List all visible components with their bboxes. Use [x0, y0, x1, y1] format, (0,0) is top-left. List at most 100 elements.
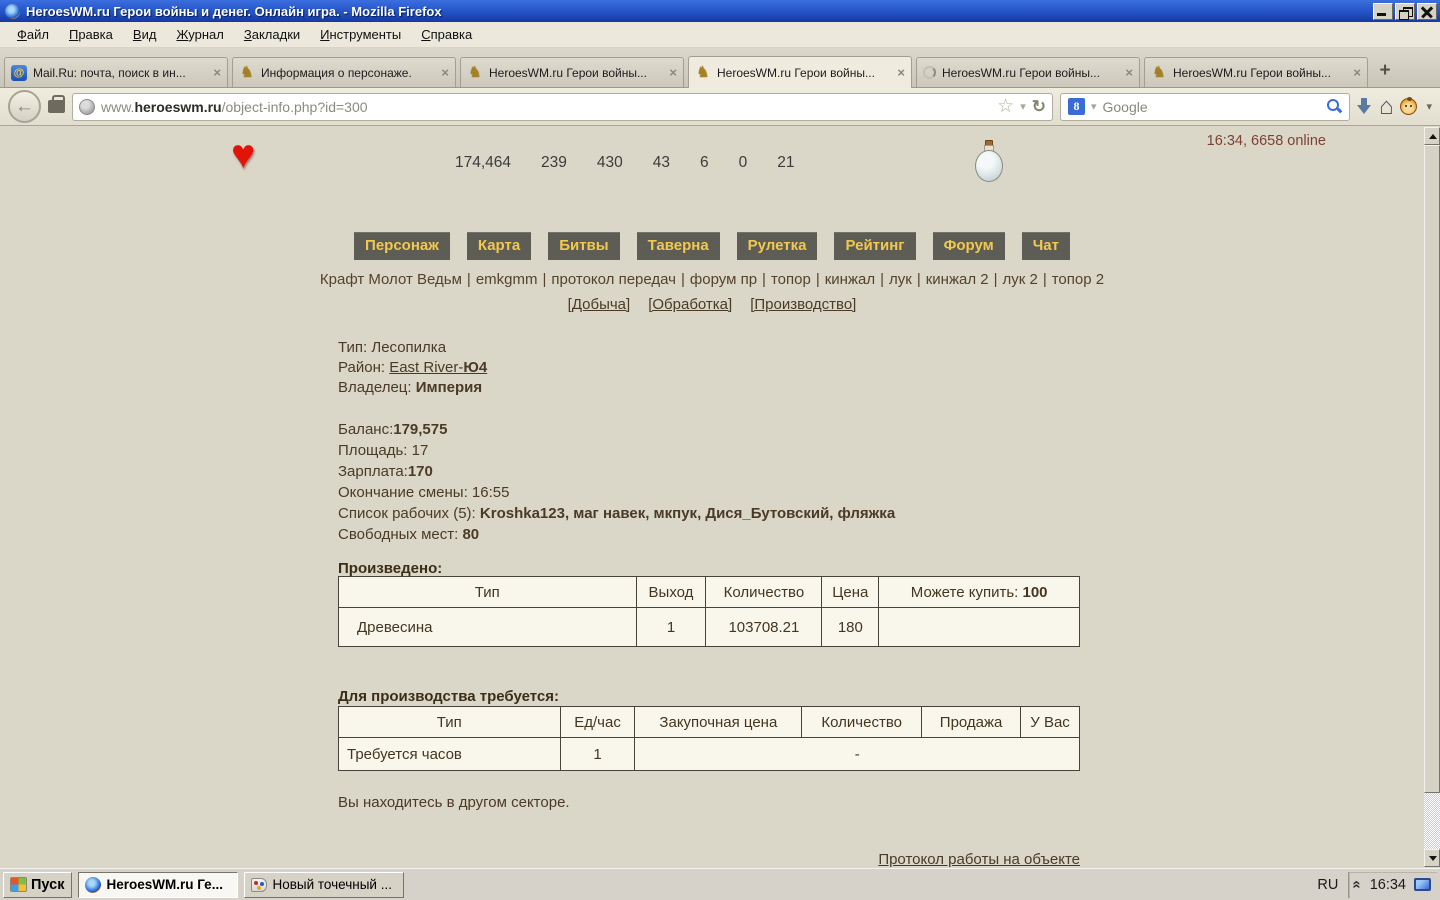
link-mining[interactable]: [Добыча]: [568, 296, 631, 313]
url-bar[interactable]: www.heroeswm.ru/object-info.php?id=300 ☆…: [72, 92, 1053, 121]
area-line: Площадь: 17: [338, 442, 429, 459]
menu-bookmarks[interactable]: Закладки: [235, 24, 309, 45]
menu-view[interactable]: Вид: [124, 24, 166, 45]
quick-link[interactable]: топор: [771, 271, 811, 288]
paint-icon: [251, 877, 268, 892]
network-monitor-icon[interactable]: [1414, 878, 1431, 891]
menu-file[interactable]: Файл: [8, 24, 58, 45]
forward-button[interactable]: [48, 95, 65, 113]
search-box[interactable]: 8 ▾ Google: [1059, 92, 1350, 121]
section-links-row: [Добыча] [Обработка] [Производство]: [0, 296, 1424, 313]
refresh-icon[interactable]: ↻: [1032, 98, 1046, 115]
tray-chevron-icon[interactable]: «: [1349, 880, 1366, 888]
tab-close-icon[interactable]: ×: [441, 66, 449, 79]
nav-button-battles[interactable]: Битвы: [548, 232, 620, 260]
quick-link[interactable]: лук 2: [1003, 271, 1038, 288]
resource-counters: 174,464 239 430 43 6 0 21: [455, 154, 795, 172]
url-text[interactable]: www.heroeswm.ru/object-info.php?id=300: [101, 99, 991, 115]
quick-link[interactable]: форум пр: [690, 271, 757, 288]
restore-button[interactable]: [1395, 2, 1415, 20]
tab-close-icon[interactable]: ×: [1353, 66, 1361, 79]
produced-title: Произведено:: [338, 560, 443, 577]
produced-header-row: Тип Выход Количество Цена Можете купить:…: [338, 576, 1080, 608]
quick-link[interactable]: топор 2: [1052, 271, 1104, 288]
shift-end-line: Окончание смены: 16:55: [338, 484, 510, 501]
requires-title: Для производства требуется:: [338, 688, 559, 705]
tab-mailru[interactable]: @ Mail.Ru: почта, поиск в ин... ×: [4, 57, 228, 87]
window-titlebar[interactable]: HeroesWM.ru Герои войны и денег. Онлайн …: [0, 0, 1440, 22]
work-protocol-row: Протокол работы на объекте: [338, 851, 1080, 868]
quick-link[interactable]: протокол передач: [551, 271, 676, 288]
nav-button-chat[interactable]: Чат: [1021, 232, 1070, 260]
menu-history[interactable]: Журнал: [167, 24, 232, 45]
page-content: 16:34, 6658 online ♥ 174,464 239 430 43 …: [0, 126, 1440, 868]
tab-character-info[interactable]: ♞ Информация о персонаже. ×: [232, 57, 456, 87]
counter-ore: 430: [596, 154, 623, 171]
nav-button-forum[interactable]: Форум: [932, 232, 1005, 260]
scroll-down-icon[interactable]: [1424, 849, 1440, 867]
tab-close-icon[interactable]: ×: [1125, 66, 1133, 79]
nav-button-map[interactable]: Карта: [466, 232, 532, 260]
menu-edit[interactable]: Правка: [60, 24, 122, 45]
object-owner-line: Владелец: Империя: [338, 379, 483, 396]
minimize-button[interactable]: [1373, 2, 1393, 20]
downloads-icon[interactable]: [1356, 98, 1372, 115]
menu-help[interactable]: Справка: [412, 24, 481, 45]
tab-heroeswm-1[interactable]: ♞ HeroesWM.ru Герои войны... ×: [460, 57, 684, 87]
nav-button-rating[interactable]: Рейтинг: [834, 232, 916, 260]
link-processing[interactable]: [Обработка]: [648, 296, 732, 313]
quick-link[interactable]: лук: [889, 271, 912, 288]
back-button[interactable]: ←: [8, 90, 41, 123]
object-stats-block: Баланс:179,575 Площадь: 17 Зарплата:170 …: [338, 419, 895, 545]
quick-links-row: Крафт Молот Ведьм | emkgmm | протокол переда…: [319, 271, 1105, 288]
counter-wood: 239: [541, 154, 567, 171]
free-slots-line: Свободных мест: 80: [338, 526, 480, 543]
quick-link[interactable]: кинжал: [825, 271, 875, 288]
produced-table: Тип Выход Количество Цена Можете купить:…: [338, 576, 1080, 647]
search-magnifier-icon[interactable]: [1326, 99, 1342, 114]
tab-heroeswm-active[interactable]: ♞ HeroesWM.ru Герои войны... ×: [688, 56, 912, 88]
scroll-up-icon[interactable]: [1424, 127, 1440, 145]
district-link[interactable]: East River-Ю4: [389, 359, 487, 376]
nav-button-roulette[interactable]: Рулетка: [736, 232, 818, 260]
workers-line: Список рабочих (5): Kroshka123, маг наве…: [338, 505, 896, 522]
language-indicator[interactable]: RU: [1307, 877, 1348, 893]
home-icon[interactable]: ⌂: [1379, 94, 1394, 118]
tab-heroeswm-loading[interactable]: HeroesWM.ru Герои войны... ×: [916, 57, 1140, 87]
search-engine-dropdown-icon[interactable]: ▾: [1091, 100, 1097, 113]
new-tab-button[interactable]: +: [1372, 59, 1398, 85]
google-engine-icon[interactable]: 8: [1067, 98, 1085, 115]
menu-tools[interactable]: Инструменты: [311, 24, 410, 45]
taskbar-task-paint[interactable]: Новый точечный ...: [244, 871, 405, 898]
tab-close-icon[interactable]: ×: [213, 66, 221, 79]
scrollbar-thumb[interactable]: [1424, 145, 1440, 793]
close-button[interactable]: [1417, 2, 1437, 20]
addon-monkey-icon[interactable]: [1400, 97, 1418, 115]
counter-gold: 174,464: [455, 154, 512, 171]
start-button[interactable]: Пуск: [3, 871, 73, 898]
knight-icon: ♞: [240, 63, 254, 81]
tray-box: « 16:34: [1348, 871, 1437, 898]
url-dropdown-icon[interactable]: ▾: [1020, 100, 1026, 113]
taskbar-task-firefox[interactable]: HeroesWM.ru Ге...: [78, 871, 239, 898]
quick-link[interactable]: кинжал 2: [926, 271, 989, 288]
nav-button-character[interactable]: Персонаж: [354, 232, 450, 260]
toolbar-dropdown-icon[interactable]: ▾: [1426, 100, 1432, 113]
nav-button-tavern[interactable]: Таверна: [636, 232, 720, 260]
work-protocol-link[interactable]: Протокол работы на объекте: [878, 851, 1080, 868]
site-identity-icon[interactable]: [79, 98, 95, 115]
link-production[interactable]: [Производство]: [750, 296, 856, 313]
quick-link[interactable]: Крафт Молот Ведьм: [320, 271, 462, 288]
system-tray: RU « 16:34: [1307, 871, 1437, 899]
quick-link[interactable]: emkgmm: [476, 271, 538, 288]
tab-close-icon[interactable]: ×: [897, 66, 905, 79]
tab-close-icon[interactable]: ×: [669, 66, 677, 79]
vertical-scrollbar[interactable]: [1424, 126, 1440, 868]
online-status: 16:34, 6658 online: [1206, 133, 1326, 149]
search-input[interactable]: Google: [1103, 99, 1321, 115]
object-info-block: Тип: Лесопилка Район: East River-Ю4 Влад…: [338, 338, 487, 398]
bookmark-star-icon[interactable]: ☆: [997, 97, 1014, 116]
tab-heroeswm-3[interactable]: ♞ HeroesWM.ru Герои войны... ×: [1144, 57, 1368, 87]
knight-icon: ♞: [696, 63, 710, 81]
workers-list[interactable]: Kroshka123, маг навек, мкпук, Дися_Бутов…: [480, 505, 895, 522]
